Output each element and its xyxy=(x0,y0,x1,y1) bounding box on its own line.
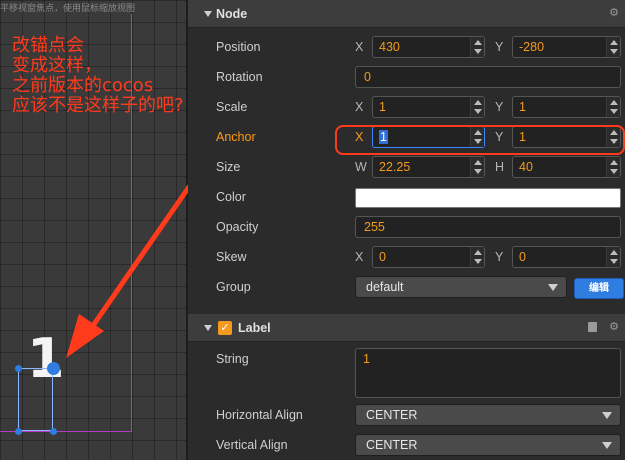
spinner-icon[interactable] xyxy=(470,37,484,57)
selection-box[interactable] xyxy=(18,368,53,431)
skew-y-value: 0 xyxy=(519,250,526,264)
spinner-icon[interactable] xyxy=(470,97,484,117)
group-row: Group default 编辑 xyxy=(188,272,625,302)
anchor-point-handle[interactable] xyxy=(47,362,60,375)
size-w-axis-label: W xyxy=(355,160,367,174)
color-label: Color xyxy=(216,190,246,204)
vertical-align-label: Vertical Align xyxy=(216,438,288,452)
size-width-input[interactable]: 22.25 xyxy=(372,156,485,178)
skew-y-axis-label: Y xyxy=(495,250,504,264)
skew-row: Skew X 0 Y 0 xyxy=(188,242,625,272)
color-row: Color xyxy=(188,182,625,212)
position-x-value: 430 xyxy=(379,40,400,54)
size-row: Size W 22.25 H 40 xyxy=(188,152,625,182)
group-edit-button[interactable]: 编辑 xyxy=(574,278,624,299)
skew-label: Skew xyxy=(216,250,247,264)
annotation-line: 之前版本的cocos xyxy=(12,75,154,96)
string-row: String 1 xyxy=(188,348,625,400)
size-width-value: 22.25 xyxy=(379,160,411,174)
scene-view[interactable]: 平移视窗焦点，使用鼠标缩放视图 改锚点会 变成这样， 之前版本的cocos 应该… xyxy=(0,0,188,460)
label-section-header[interactable]: ✓ Label ⚙ xyxy=(188,314,625,342)
group-select-value: default xyxy=(366,280,404,294)
anchor-label: Anchor xyxy=(216,130,256,144)
horizontal-align-label: Horizontal Align xyxy=(216,408,303,422)
size-height-value: 40 xyxy=(519,160,533,174)
node-section-title: Node xyxy=(216,7,248,21)
opacity-row: Opacity 255 xyxy=(188,212,625,242)
position-y-input[interactable]: -280 xyxy=(512,36,621,58)
horizontal-align-value: CENTER xyxy=(366,408,418,422)
spinner-icon[interactable] xyxy=(606,157,620,177)
position-row: Position X 430 Y -280 xyxy=(188,32,625,62)
dropdown-arrow-icon xyxy=(602,412,612,419)
rotation-row: Rotation 0 xyxy=(188,62,625,92)
opacity-input[interactable]: 255 xyxy=(355,216,621,238)
scale-label: Scale xyxy=(216,100,248,114)
scale-y-value: 1 xyxy=(519,100,526,114)
position-y-axis-label: Y xyxy=(495,40,504,54)
size-label: Size xyxy=(216,160,241,174)
properties-inspector: Node ⚙ Position X 430 Y -280 Rotation 0 … xyxy=(188,0,625,460)
spinner-icon[interactable] xyxy=(606,97,620,117)
collapse-triangle-icon[interactable] xyxy=(204,11,212,17)
scale-y-input[interactable]: 1 xyxy=(512,96,621,118)
dropdown-arrow-icon xyxy=(548,284,558,291)
annotation-highlight-box xyxy=(335,125,625,155)
size-height-input[interactable]: 40 xyxy=(512,156,621,178)
position-x-axis-label: X xyxy=(355,40,364,54)
skew-y-input[interactable]: 0 xyxy=(512,246,621,268)
spinner-icon[interactable] xyxy=(470,157,484,177)
spinner-icon[interactable] xyxy=(470,247,484,267)
skew-x-axis-label: X xyxy=(355,250,364,264)
color-picker-swatch[interactable] xyxy=(355,188,621,208)
gear-icon[interactable]: ⚙ xyxy=(609,6,619,19)
gear-icon[interactable]: ⚙ xyxy=(609,320,619,333)
annotation-note: 改锚点会 变成这样， 之前版本的cocos 应该不是这样子的吧? xyxy=(12,36,184,116)
size-h-axis-label: H xyxy=(495,160,505,174)
scale-x-axis-label: X xyxy=(355,100,364,114)
help-book-icon[interactable] xyxy=(588,322,597,332)
enabled-checkbox[interactable]: ✓ xyxy=(218,321,232,335)
resize-handle-bottom-left[interactable] xyxy=(15,428,22,435)
rotation-label: Rotation xyxy=(216,70,263,84)
dropdown-arrow-icon xyxy=(602,442,612,449)
annotation-line: 改锚点会 xyxy=(12,35,84,56)
node-section-header[interactable]: Node ⚙ xyxy=(188,0,625,28)
rotation-input[interactable]: 0 xyxy=(355,66,621,88)
scale-x-value: 1 xyxy=(379,100,386,114)
position-label: Position xyxy=(216,40,261,54)
horizontal-align-select[interactable]: CENTER xyxy=(355,404,621,426)
annotation-line: 应该不是这样子的吧? xyxy=(12,95,184,116)
string-textarea[interactable]: 1 xyxy=(355,348,621,398)
scale-x-input[interactable]: 1 xyxy=(372,96,485,118)
position-x-input[interactable]: 430 xyxy=(372,36,485,58)
horizontal-align-row: Horizontal Align CENTER xyxy=(188,400,625,430)
group-label: Group xyxy=(216,280,251,294)
spinner-icon[interactable] xyxy=(606,247,620,267)
scale-y-axis-label: Y xyxy=(495,100,504,114)
scale-row: Scale X 1 Y 1 xyxy=(188,92,625,122)
group-select[interactable]: default xyxy=(355,276,567,298)
scene-hint-text: 平移视窗焦点，使用鼠标缩放视图 xyxy=(0,4,136,14)
vertical-align-value: CENTER xyxy=(366,438,418,452)
spinner-icon[interactable] xyxy=(606,37,620,57)
resize-handle-bottom-right[interactable] xyxy=(50,428,57,435)
skew-x-input[interactable]: 0 xyxy=(372,246,485,268)
string-label: String xyxy=(216,352,249,366)
vertical-align-row: Vertical Align CENTER xyxy=(188,430,625,460)
collapse-triangle-icon[interactable] xyxy=(204,325,212,331)
vertical-align-select[interactable]: CENTER xyxy=(355,434,621,456)
label-section-title: Label xyxy=(238,321,271,335)
annotation-line: 变成这样， xyxy=(12,55,102,76)
position-y-value: -280 xyxy=(519,40,545,54)
skew-x-value: 0 xyxy=(379,250,386,264)
opacity-label: Opacity xyxy=(216,220,259,234)
resize-handle-top-left[interactable] xyxy=(15,365,22,372)
